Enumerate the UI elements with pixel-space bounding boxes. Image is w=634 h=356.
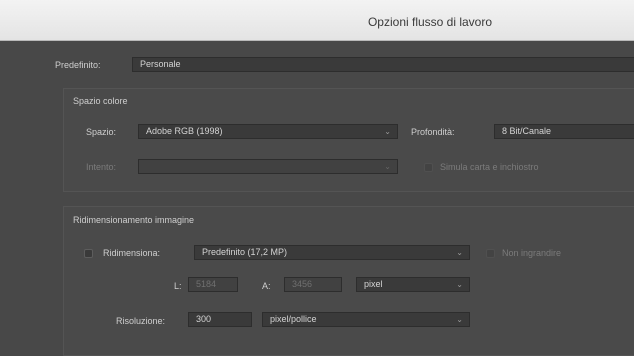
width-input[interactable]: 5184 [188,277,238,292]
depth-value: 8 Bit/Canale [502,126,552,136]
depth-select[interactable]: 8 Bit/Canale [494,124,634,139]
simulate-label: Simula carta e inchiostro [440,162,539,172]
preset-label: Predefinito: [55,60,101,70]
resize-label: Ridimensiona: [103,248,161,258]
color-space-group [63,88,634,192]
unit-value: pixel [364,279,383,289]
resize-checkbox[interactable] [84,249,93,258]
preset-select[interactable]: Personale [132,57,634,72]
no-enlarge-label: Non ingrandire [502,248,562,258]
unit-select[interactable]: pixel ⌄ [356,277,470,292]
chevron-down-icon: ⌄ [384,127,391,136]
space-select[interactable]: Adobe RGB (1998) ⌄ [138,124,398,139]
resize-title: Ridimensionamento immagine [73,215,195,225]
width-value: 5184 [196,279,217,289]
resize-group [63,206,634,356]
height-input[interactable]: 3456 [284,277,342,292]
resize-value: Predefinito (17,2 MP) [202,247,288,257]
resolution-input[interactable]: 300 [188,312,252,327]
height-label: A: [262,281,271,291]
width-label: L: [174,281,182,291]
chevron-down-icon: ⌄ [456,315,463,324]
intent-select[interactable]: ⌄ [138,159,398,174]
chevron-down-icon: ⌄ [384,162,391,171]
resize-select[interactable]: Predefinito (17,2 MP) ⌄ [194,245,470,260]
height-value: 3456 [292,279,313,289]
chevron-down-icon: ⌄ [456,280,463,289]
resolution-label: Risoluzione: [116,316,166,326]
title-bar: Opzioni flusso di lavoro [0,0,634,41]
space-value: Adobe RGB (1998) [146,126,223,136]
intent-label: Intento: [86,162,117,172]
no-enlarge-checkbox[interactable] [486,249,495,258]
window-title: Opzioni flusso di lavoro [367,15,493,29]
resolution-unit-value: pixel/pollice [270,314,317,324]
resolution-unit-select[interactable]: pixel/pollice ⌄ [262,312,470,327]
preset-value: Personale [140,59,181,69]
simulate-checkbox[interactable] [424,163,433,172]
color-space-title: Spazio colore [73,96,128,106]
depth-label: Profondità: [411,127,455,137]
chevron-down-icon: ⌄ [456,248,463,257]
space-label: Spazio: [86,127,117,137]
resolution-value: 300 [196,314,212,324]
